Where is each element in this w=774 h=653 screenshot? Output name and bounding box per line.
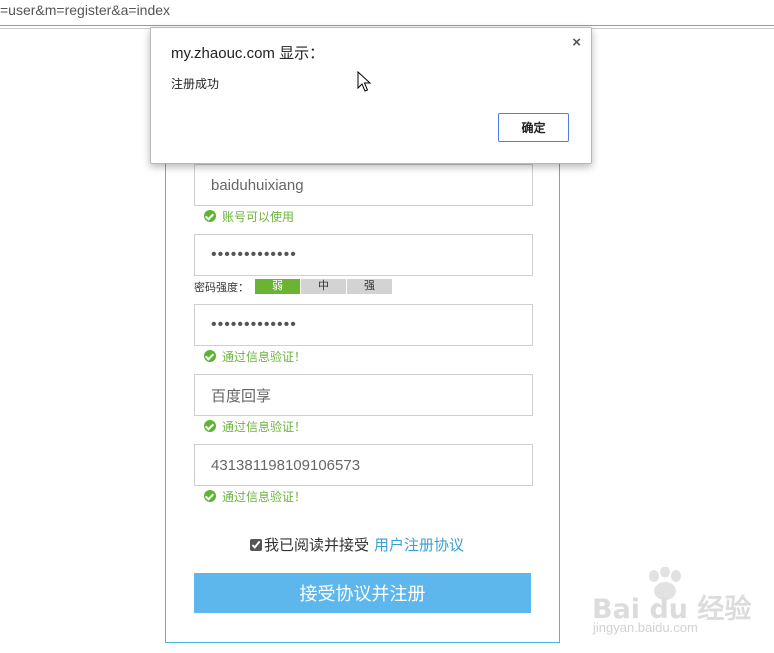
address-bar-url[interactable]: =user&m=register&a=index (0, 2, 170, 18)
user-agreement-link[interactable]: 用户注册协议 (374, 534, 464, 555)
baidu-jingyan-watermark: Bai du 经验 jingyan.baidu.com (590, 567, 751, 637)
strength-level-medium: 中 (301, 279, 346, 294)
id-number-field[interactable] (194, 444, 533, 486)
username-field[interactable] (194, 164, 533, 206)
mouse-pointer-icon (357, 71, 371, 92)
accept-and-register-button[interactable]: 接受协议并注册 (194, 573, 531, 613)
close-icon[interactable]: × (572, 34, 581, 51)
username-input[interactable] (195, 165, 532, 205)
agreement-text: 我已阅读并接受 (264, 537, 370, 554)
check-circle-icon (204, 420, 216, 432)
real-name-input[interactable] (195, 375, 532, 415)
username-status-text: 账号可以使用 (222, 209, 295, 224)
id-number-input[interactable] (195, 445, 532, 485)
dialog-ok-button[interactable]: 确定 (498, 113, 569, 142)
confirm-password-status: 通过信息验证！ (204, 348, 306, 364)
dialog-title: my.zhaouc.com 显示： (171, 45, 325, 62)
real-name-status: 通过信息验证！ (204, 418, 306, 434)
real-name-status-text: 通过信息验证！ (222, 419, 307, 434)
strength-level-weak: 弱 (255, 279, 300, 294)
id-number-status: 通过信息验证！ (204, 488, 306, 504)
address-bar[interactable]: =user&m=register&a=index (0, 0, 774, 25)
real-name-field[interactable] (194, 374, 533, 416)
confirm-password-input[interactable] (195, 305, 532, 345)
confirm-password-field[interactable] (194, 304, 533, 346)
password-strength-meter: 密码强度： 弱 中 强 (194, 279, 393, 294)
check-circle-icon (204, 490, 216, 502)
dialog-message: 注册成功 (171, 77, 220, 91)
strength-level-strong: 强 (347, 279, 392, 294)
password-field[interactable] (194, 234, 533, 276)
toolbar-divider (0, 25, 774, 26)
check-circle-icon (204, 210, 216, 222)
password-strength-label: 密码强度： (194, 281, 249, 294)
agreement-row: 我已阅读并接受 用户注册协议 (250, 534, 464, 555)
confirm-password-status-text: 通过信息验证！ (222, 349, 307, 364)
username-status: 账号可以使用 (204, 208, 294, 224)
agreement-checkbox[interactable] (250, 538, 262, 551)
password-input[interactable] (195, 235, 532, 275)
check-circle-icon (204, 350, 216, 362)
alert-dialog: my.zhaouc.com 显示： × 注册成功 确定 (150, 27, 592, 164)
id-number-status-text: 通过信息验证！ (222, 489, 307, 504)
watermark-url: jingyan.baidu.com (593, 620, 698, 635)
